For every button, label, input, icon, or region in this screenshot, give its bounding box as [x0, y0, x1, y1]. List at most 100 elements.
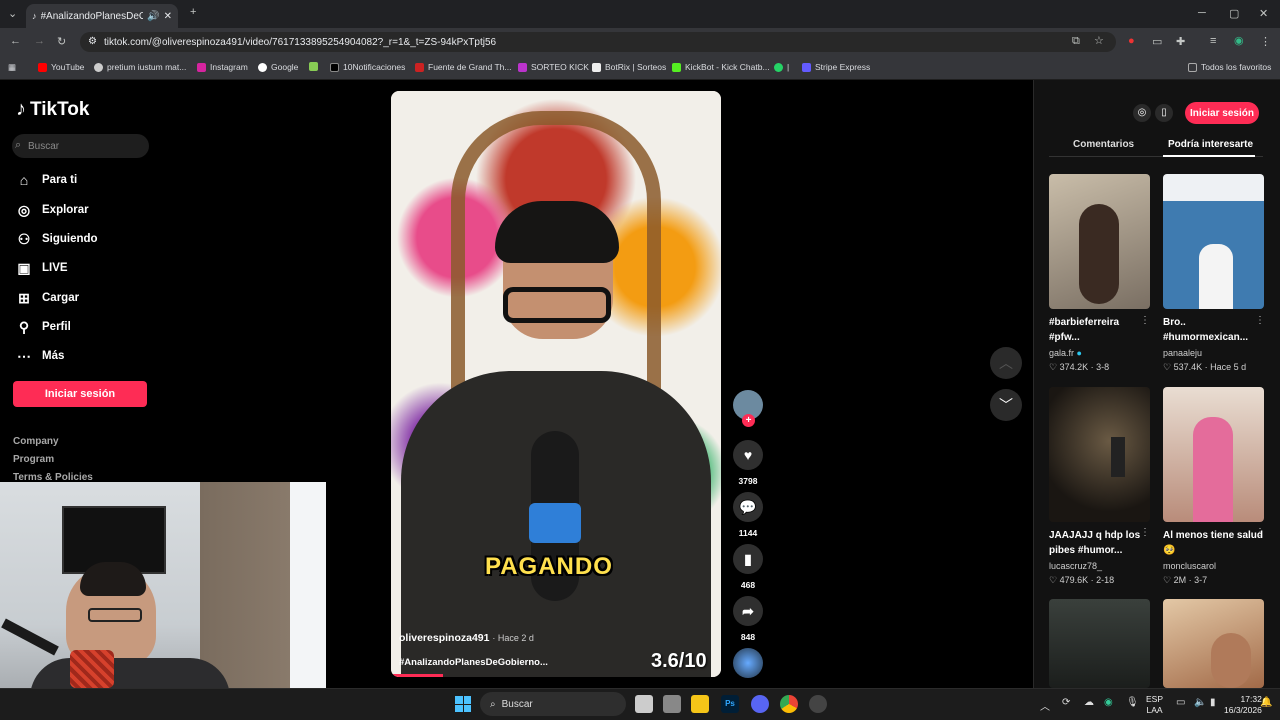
- notification-icon[interactable]: 🔔: [1260, 697, 1272, 708]
- bookmark-x[interactable]: 10Notificaciones: [330, 62, 405, 72]
- new-tab-icon[interactable]: +: [190, 6, 196, 18]
- tab-search-icon[interactable]: ⌄: [8, 7, 17, 20]
- tab-podria-interesarte[interactable]: Podría interesarte: [1168, 139, 1253, 150]
- card-author[interactable]: lucascruz78_: [1049, 561, 1150, 571]
- video-author[interactable]: oliverespinoza491 · Hace 2 d: [399, 632, 534, 644]
- card-author[interactable]: panaaleju: [1163, 348, 1264, 358]
- search-input[interactable]: ⌕ Buscar: [12, 134, 149, 158]
- nav-cargar[interactable]: ⊞ Cargar: [16, 290, 79, 306]
- bookmark-whatsapp[interactable]: |: [774, 62, 789, 72]
- footer-link-company[interactable]: Company: [13, 436, 59, 447]
- suggested-video-card[interactable]: [1049, 599, 1150, 688]
- star-icon[interactable]: ☆: [1094, 34, 1104, 47]
- taskbar-search[interactable]: ⌕ Buscar: [480, 692, 626, 716]
- suggested-video-card[interactable]: Bro.. #humormexican... panaaleju ♡ 537.4…: [1163, 174, 1264, 373]
- share-action[interactable]: ➦ 848: [733, 596, 763, 642]
- app-icon[interactable]: [663, 695, 681, 713]
- card-menu-icon[interactable]: ⋮: [1140, 527, 1150, 538]
- phone-icon[interactable]: ▯: [1155, 104, 1173, 122]
- address-bar[interactable]: ⚙ tiktok.com/@oliverespinoza491/video/76…: [80, 32, 1116, 52]
- card-thumbnail[interactable]: [1049, 599, 1150, 688]
- bookmark-instagram[interactable]: Instagram: [197, 62, 248, 72]
- language-indicator[interactable]: ESP LAA: [1146, 694, 1163, 716]
- card-title[interactable]: Bro.. #humormexican...: [1163, 315, 1264, 345]
- follow-plus-icon[interactable]: +: [742, 414, 755, 427]
- bookmark-youtube[interactable]: YouTube: [38, 62, 84, 72]
- suggested-video-card[interactable]: Al menos tiene salud 🥺 moncluscarol ♡ 2M…: [1163, 387, 1264, 586]
- tab-comentarios[interactable]: Comentarios: [1073, 139, 1134, 150]
- browser-tab[interactable]: ♪ #AnalizandoPlanesDeGobie... 🔊 ✕: [26, 4, 178, 28]
- progress-bar[interactable]: [391, 674, 443, 677]
- card-title[interactable]: Al menos tiene salud 🥺: [1163, 528, 1264, 558]
- bookmark-botrix[interactable]: BotRix | Sorteos: [592, 62, 666, 72]
- tray-chevron-icon[interactable]: ︿: [1040, 698, 1050, 713]
- suggested-video-card[interactable]: [1163, 599, 1264, 688]
- file-explorer-icon[interactable]: [691, 695, 709, 713]
- bookmark-pretium[interactable]: pretium iustum mat...: [94, 62, 186, 72]
- bookmark-extension[interactable]: [309, 62, 322, 71]
- tray-icon[interactable]: ⟳: [1062, 697, 1070, 708]
- install-app-icon[interactable]: ⧉: [1072, 35, 1080, 48]
- comment-action[interactable]: 💬 1144: [733, 492, 763, 538]
- heart-icon[interactable]: ♥: [733, 440, 763, 470]
- video-hashtag[interactable]: #AnalizandoPlanesDeGobierno...: [399, 657, 548, 668]
- task-view-icon[interactable]: [635, 695, 653, 713]
- author-name[interactable]: oliverespinoza491: [399, 632, 489, 644]
- close-tab-icon[interactable]: ✕: [164, 11, 172, 22]
- audio-icon[interactable]: 🔊: [147, 11, 159, 22]
- nav-para-ti[interactable]: ⌂ Para ti: [16, 172, 77, 188]
- photoshop-icon[interactable]: Ps: [721, 695, 739, 713]
- nav-siguiendo[interactable]: ⚇ Siguiendo: [16, 231, 98, 247]
- nav-perfil[interactable]: ⚲ Perfil: [16, 319, 71, 335]
- card-menu-icon[interactable]: ⋮: [1255, 527, 1265, 538]
- all-bookmarks[interactable]: Todos los favoritos: [1188, 62, 1271, 72]
- share-icon[interactable]: ➦: [733, 596, 763, 626]
- card-title[interactable]: JAAJAJJ q hdp los pibes #humor...: [1049, 528, 1150, 558]
- music-disc-icon[interactable]: [733, 648, 763, 678]
- extension-icon[interactable]: ●: [1128, 35, 1135, 47]
- taskbar-clock[interactable]: 17:32 16/3/2026: [1224, 694, 1262, 716]
- nav-mas[interactable]: ⋯ Más: [16, 348, 64, 364]
- card-thumbnail[interactable]: [1163, 599, 1264, 688]
- card-author[interactable]: gala.fr ●: [1049, 348, 1150, 358]
- discord-icon[interactable]: [751, 695, 769, 713]
- bookmark-google[interactable]: Google: [258, 62, 298, 72]
- footer-link-program[interactable]: Program: [13, 454, 54, 465]
- save-action[interactable]: ▮ 468: [733, 544, 763, 590]
- microphone-icon[interactable]: 🎙: [1126, 697, 1139, 708]
- back-icon[interactable]: ←: [10, 35, 21, 47]
- creator-avatar[interactable]: +: [733, 390, 763, 427]
- card-thumbnail[interactable]: [1163, 387, 1264, 522]
- network-icon[interactable]: ▭: [1176, 697, 1185, 708]
- site-info-icon[interactable]: ⚙: [88, 36, 97, 47]
- apps-grid-icon[interactable]: ▦: [8, 62, 16, 73]
- panel-login-button[interactable]: Iniciar sesión: [1185, 102, 1259, 124]
- windows-start-icon[interactable]: [455, 696, 471, 712]
- previous-video-button[interactable]: ︿: [990, 347, 1022, 379]
- tray-icon[interactable]: ☁: [1084, 697, 1094, 708]
- extension-icon[interactable]: ▭: [1152, 35, 1162, 48]
- app-icon[interactable]: [809, 695, 827, 713]
- extensions-puzzle-icon[interactable]: ✚: [1176, 35, 1185, 48]
- close-window-icon[interactable]: ✕: [1259, 7, 1268, 20]
- like-action[interactable]: ♥ 3798: [733, 440, 763, 486]
- volume-icon[interactable]: 🔈: [1194, 697, 1206, 708]
- next-video-button[interactable]: ﹀: [990, 389, 1022, 421]
- reload-icon[interactable]: ↻: [57, 35, 66, 48]
- card-thumbnail[interactable]: [1049, 174, 1150, 309]
- chrome-icon[interactable]: [780, 695, 798, 713]
- music-disc[interactable]: [733, 648, 763, 684]
- suggested-video-card[interactable]: #barbieferreira #pfw... gala.fr ● ♡ 374.…: [1049, 174, 1150, 373]
- bookmark-kickbot[interactable]: KickBot - Kick Chatb...: [672, 62, 770, 72]
- battery-icon[interactable]: ▮: [1210, 697, 1216, 708]
- suggested-video-card[interactable]: JAAJAJJ q hdp los pibes #humor... lucasc…: [1049, 387, 1150, 586]
- profile-avatar-icon[interactable]: ◉: [1234, 34, 1244, 47]
- card-menu-icon[interactable]: ⋮: [1255, 315, 1265, 326]
- compass-icon[interactable]: ◎: [1133, 104, 1151, 122]
- nav-live[interactable]: ▣ LIVE: [16, 260, 67, 276]
- bookmark-fuente[interactable]: Fuente de Grand Th...: [415, 62, 511, 72]
- video-player[interactable]: [391, 91, 721, 677]
- nav-explorar[interactable]: ◎ Explorar: [16, 202, 89, 218]
- login-button[interactable]: Iniciar sesión: [13, 381, 147, 407]
- bookmark-sorteo-kick[interactable]: SORTEO KICK: [518, 62, 589, 72]
